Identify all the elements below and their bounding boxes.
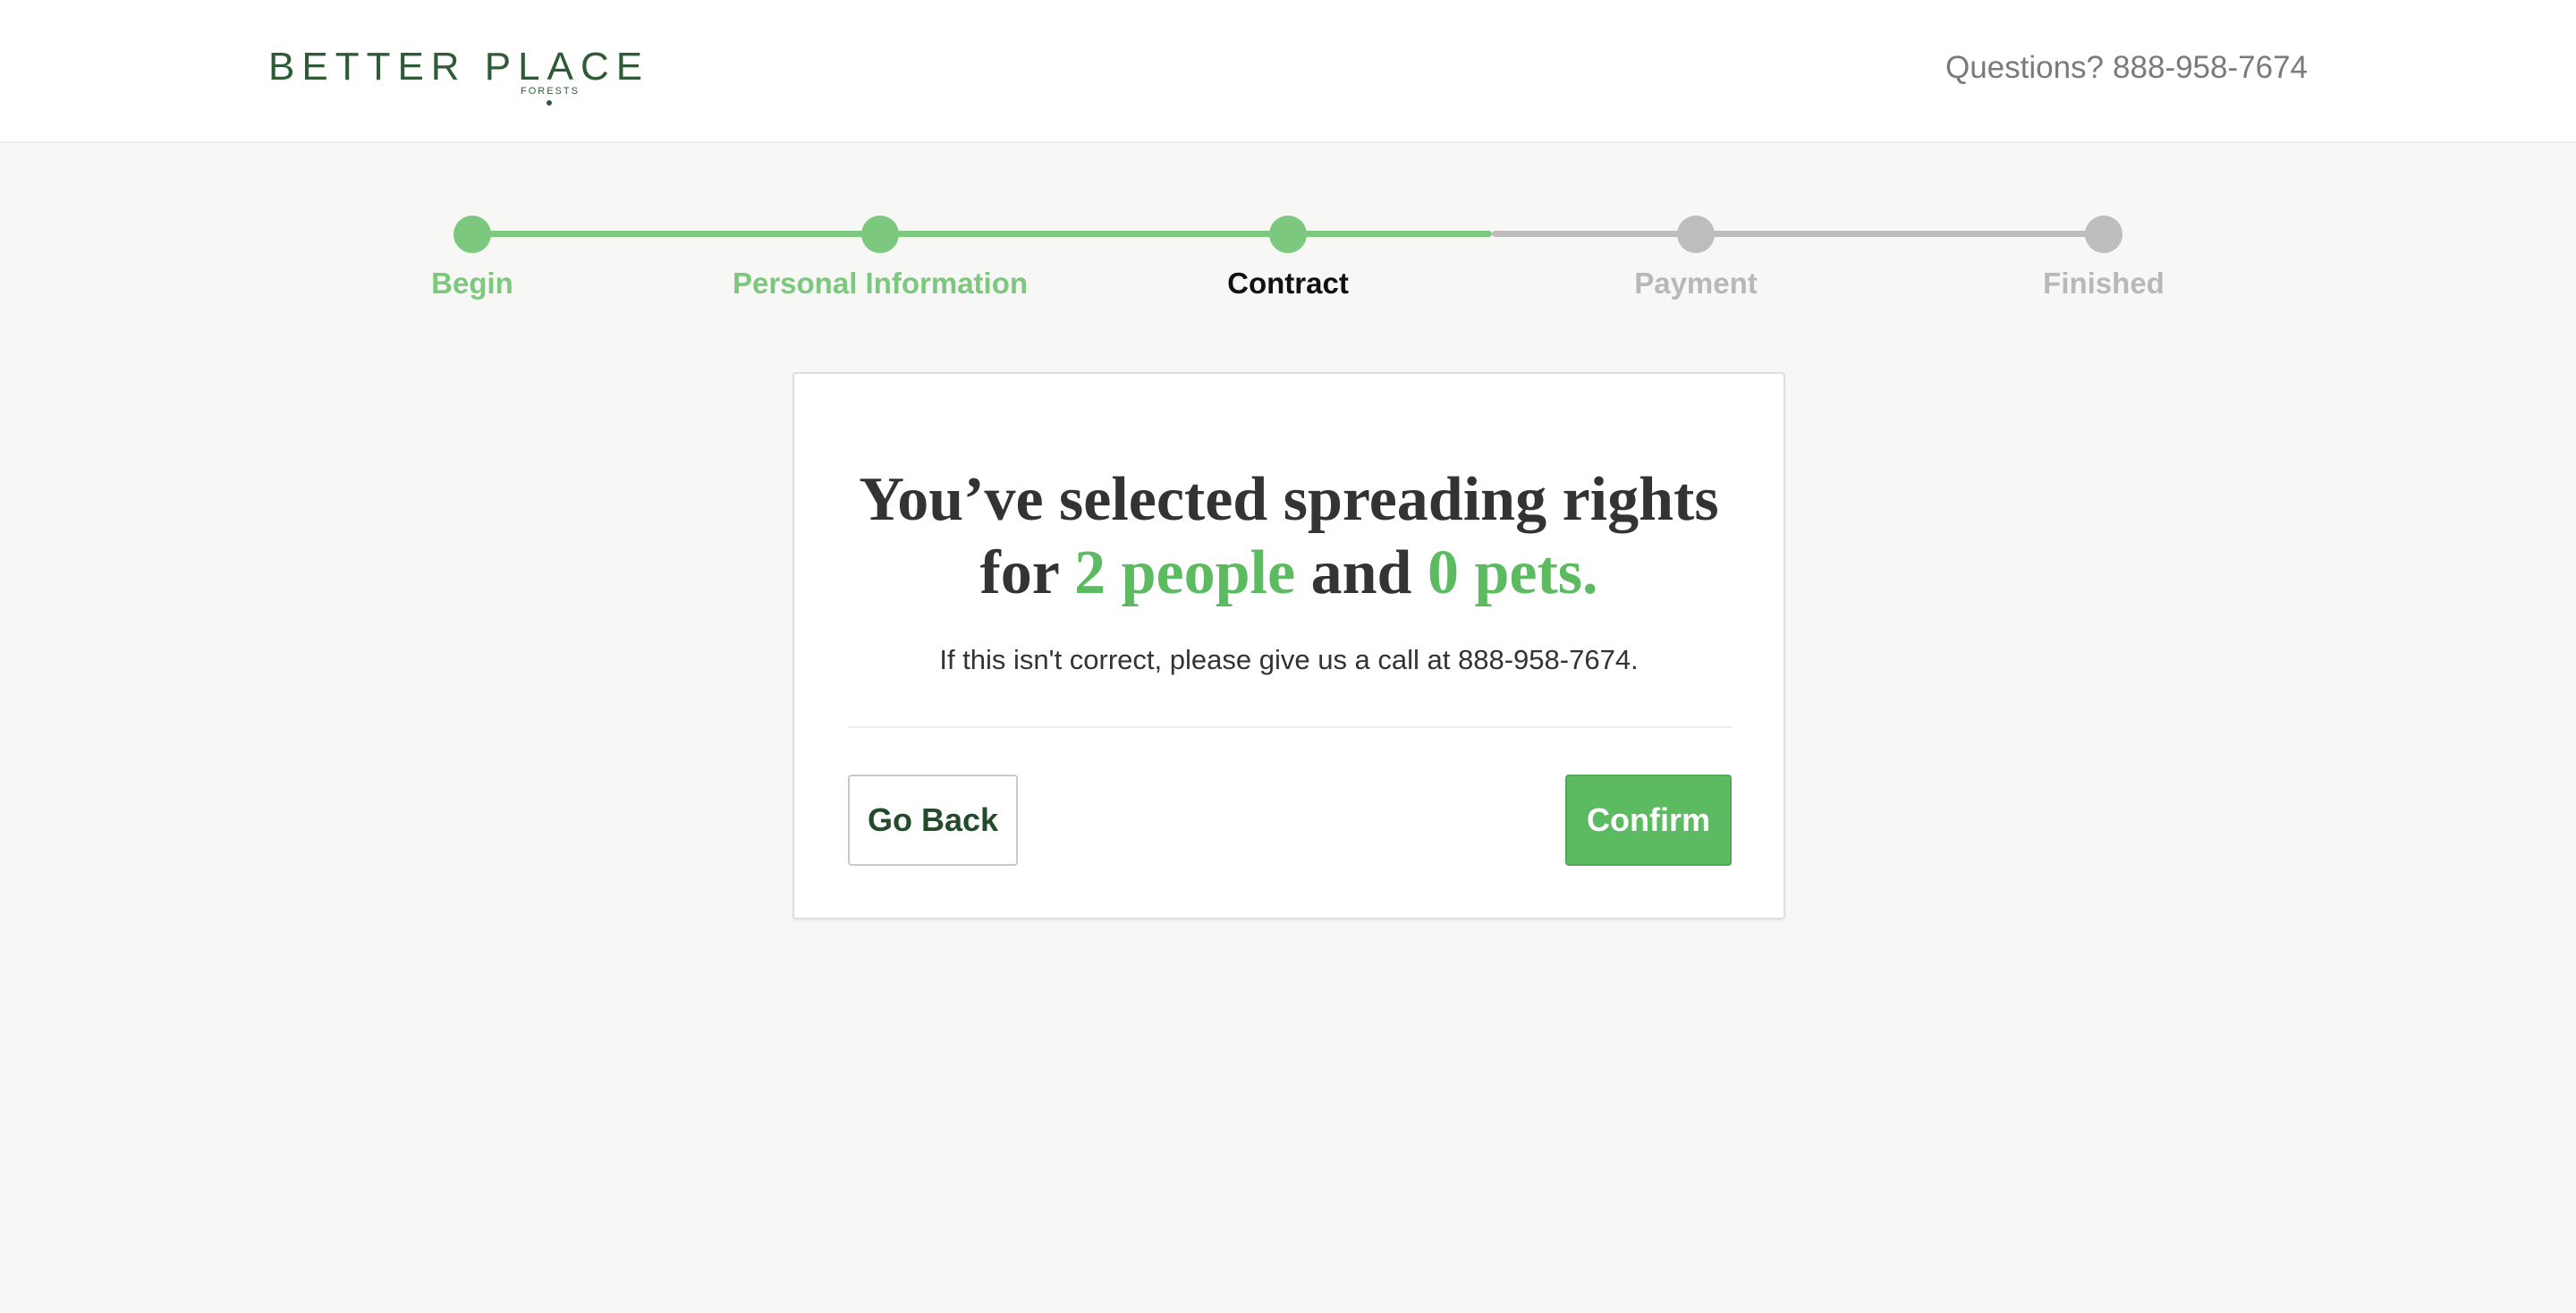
confirmation-card: You’ve selected spreading rights for 2 p… — [792, 372, 1785, 919]
step-label-personal-information: Personal Information — [732, 267, 1029, 300]
go-back-button[interactable]: Go Back — [848, 775, 1018, 866]
step-dot-personal-information — [861, 216, 899, 253]
step-label-begin: Begin — [431, 267, 513, 300]
progress-stepper: Begin Personal Information Contract Paym… — [0, 0, 2576, 322]
card-divider — [848, 726, 1732, 728]
step-dot-payment — [1677, 216, 1715, 253]
pets-count: 0 pets. — [1427, 538, 1598, 607]
step-dot-finished — [2085, 216, 2123, 253]
confirmation-headline: You’ve selected spreading rights for 2 p… — [794, 463, 1784, 610]
headline-for: for — [979, 538, 1059, 607]
step-label-payment: Payment — [1634, 267, 1758, 300]
confirm-button[interactable]: Confirm — [1565, 775, 1732, 866]
headline-and: and — [1310, 538, 1412, 607]
correction-note: If this isn't correct, please give us a … — [939, 644, 1639, 675]
step-label-finished: Finished — [2043, 267, 2165, 300]
step-label-contract: Contract — [1227, 267, 1349, 300]
progress-track-complete — [472, 231, 1492, 237]
progress-track-remaining — [1492, 231, 2104, 237]
step-dot-contract — [1269, 216, 1307, 253]
step-dot-begin — [453, 216, 491, 253]
headline-line1: You’ve selected spreading rights — [859, 465, 1719, 534]
people-count: 2 people — [1074, 538, 1296, 607]
